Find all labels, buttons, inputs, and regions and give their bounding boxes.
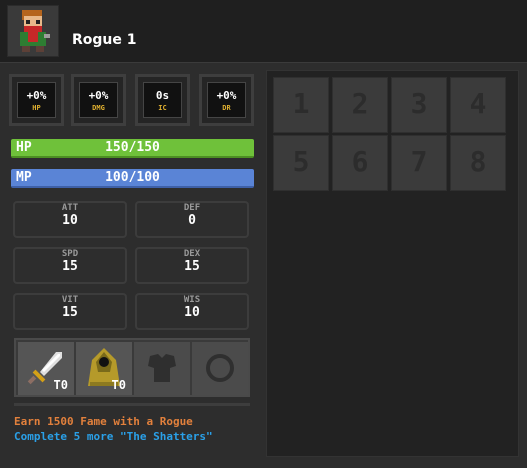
stat-value: 10 xyxy=(62,213,78,228)
stat-label: WIS xyxy=(179,295,205,305)
inventory-slot-5[interactable]: 5 xyxy=(273,135,329,191)
armor-slot-icon xyxy=(148,354,176,382)
dr-bonus-box: +0% DR xyxy=(199,74,254,126)
stat-label: VIT xyxy=(57,295,83,305)
ring-slot[interactable] xyxy=(192,342,248,395)
mp-bar: MP 100/100 xyxy=(11,169,254,188)
stat-att: ATT 10 xyxy=(13,201,127,238)
inventory-slot-3[interactable]: 3 xyxy=(391,77,447,133)
slot-number: 2 xyxy=(351,87,369,120)
quest-fame: Earn 1500 Fame with a Rogue xyxy=(14,415,193,428)
slot-number: 7 xyxy=(410,145,428,178)
inventory-slot-4[interactable]: 4 xyxy=(450,77,506,133)
quest-dungeon: Complete 5 more "The Shatters" xyxy=(14,430,213,443)
hp-bar: HP 150/150 xyxy=(11,139,254,158)
inventory-panel: 1 2 3 4 5 6 7 8 xyxy=(266,70,519,457)
hp-value: 150/150 xyxy=(105,140,160,155)
stat-wis: WIS 10 xyxy=(135,293,249,330)
stat-dex: DEX 15 xyxy=(135,247,249,284)
character-name: Rogue 1 xyxy=(72,32,137,48)
ability-slot[interactable]: T0 xyxy=(76,342,132,395)
stat-value: 15 xyxy=(62,259,78,274)
divider xyxy=(14,403,250,406)
inventory-slot-6[interactable]: 6 xyxy=(332,135,388,191)
inventory-slot-1[interactable]: 1 xyxy=(273,77,329,133)
stat-label: DEF xyxy=(179,203,205,213)
bonus-value: +0% xyxy=(88,89,109,102)
bonus-label: DMG xyxy=(92,104,105,112)
bonus-value: 0s xyxy=(155,89,170,102)
stat-def: DEF 0 xyxy=(135,201,249,238)
slot-number: 1 xyxy=(292,87,310,120)
stat-value: 15 xyxy=(62,305,78,320)
weapon-slot[interactable]: T0 xyxy=(18,342,74,395)
bonus-value: +0% xyxy=(26,89,47,102)
weapon-tier: T0 xyxy=(53,378,68,392)
ic-bonus-box: 0s IC xyxy=(135,74,190,126)
rogue-avatar-icon xyxy=(7,5,59,57)
bonus-label: DR xyxy=(222,104,231,112)
stat-label: ATT xyxy=(57,203,83,213)
stat-label: SPD xyxy=(57,249,83,259)
stat-value: 15 xyxy=(184,259,200,274)
character-header: Rogue 1 xyxy=(0,0,527,62)
dmg-bonus-box: +0% DMG xyxy=(71,74,126,126)
equipment-bar: T0 T0 xyxy=(14,338,250,397)
bonus-value: +0% xyxy=(216,89,237,102)
inventory-slot-8[interactable]: 8 xyxy=(450,135,506,191)
bonus-label: HP xyxy=(32,104,41,112)
stat-spd: SPD 15 xyxy=(13,247,127,284)
stat-vit: VIT 15 xyxy=(13,293,127,330)
slot-number: 6 xyxy=(351,145,369,178)
stat-label: DEX xyxy=(179,249,205,259)
slot-number: 8 xyxy=(469,145,487,178)
slot-number: 4 xyxy=(469,87,487,120)
ring-slot-icon xyxy=(206,354,234,382)
stat-value: 0 xyxy=(188,213,196,228)
bonus-label: IC xyxy=(158,104,167,112)
ability-tier: T0 xyxy=(111,378,126,392)
inventory-slot-2[interactable]: 2 xyxy=(332,77,388,133)
slot-number: 5 xyxy=(292,145,310,178)
hp-bonus-box: +0% HP xyxy=(9,74,64,126)
slot-number: 3 xyxy=(410,87,428,120)
stat-value: 10 xyxy=(184,305,200,320)
inventory-slot-7[interactable]: 7 xyxy=(391,135,447,191)
armor-slot[interactable] xyxy=(134,342,190,395)
mp-value: 100/100 xyxy=(105,170,160,185)
